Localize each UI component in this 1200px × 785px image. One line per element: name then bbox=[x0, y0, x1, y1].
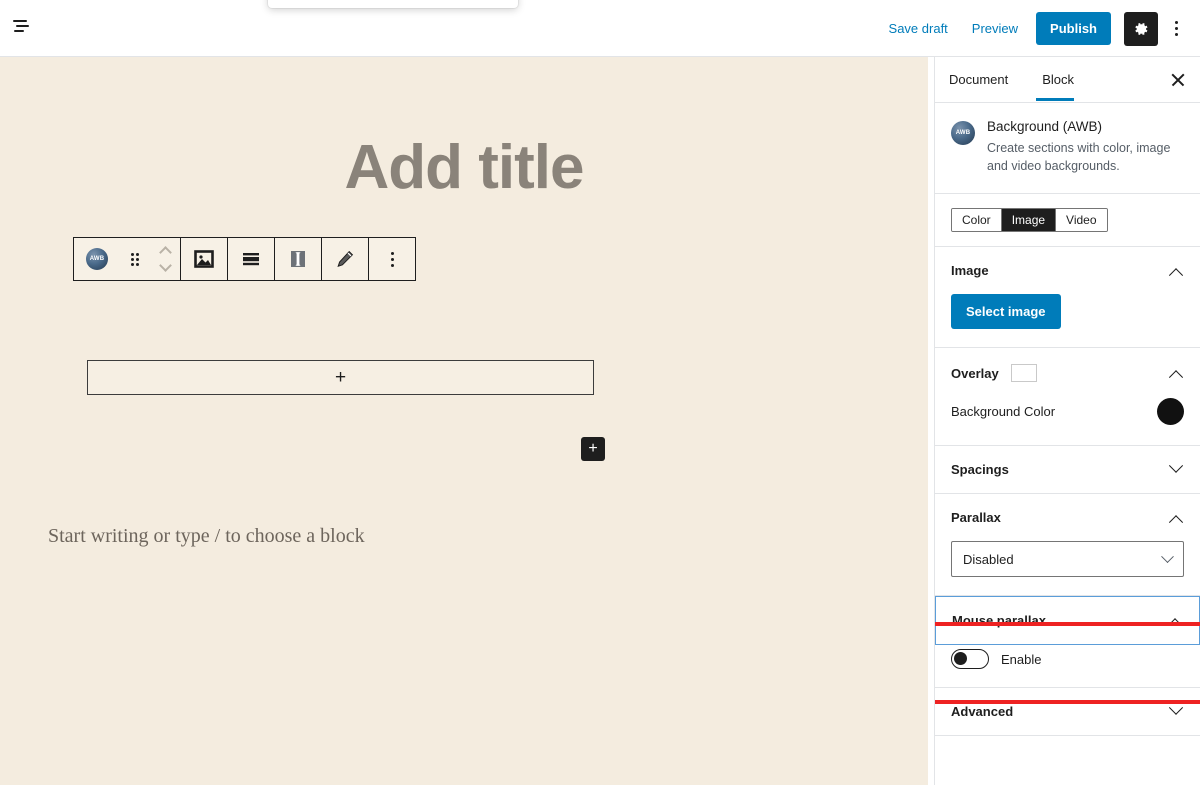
segment-color[interactable]: Color bbox=[952, 209, 1002, 232]
background-color-label: Background Color bbox=[951, 404, 1056, 420]
panel-mouse-parallax: Mouse parallax Enable bbox=[935, 596, 1200, 689]
awb-block-icon: AWB bbox=[951, 121, 975, 145]
close-sidebar-icon[interactable] bbox=[1168, 70, 1188, 90]
more-options-icon bbox=[378, 249, 406, 269]
align-icon bbox=[243, 253, 259, 266]
block-toolbar-group-block: AWB bbox=[74, 238, 181, 280]
publish-button[interactable]: Publish bbox=[1036, 12, 1111, 45]
background-type-segmented-control: Color Image Video bbox=[951, 208, 1108, 233]
block-toolbar-group-valign bbox=[275, 238, 322, 280]
image-button[interactable] bbox=[181, 238, 227, 280]
panel-parallax-body: Disabled bbox=[935, 541, 1200, 595]
add-block-plus-label: + bbox=[588, 440, 598, 457]
block-toolbar-group-align bbox=[228, 238, 275, 280]
block-toolbar: AWB bbox=[73, 237, 416, 281]
image-icon bbox=[194, 250, 214, 268]
mouse-parallax-enable-row: Enable bbox=[935, 645, 1200, 687]
block-type-awb-button[interactable]: AWB bbox=[74, 238, 120, 280]
vertical-align-icon bbox=[291, 251, 305, 267]
paragraph-placeholder[interactable]: Start writing or type / to choose a bloc… bbox=[48, 525, 365, 548]
background-color-row: Background Color bbox=[935, 396, 1200, 445]
appender-plus-label: + bbox=[334, 367, 347, 388]
block-appender[interactable]: + bbox=[87, 360, 594, 395]
block-info-description: Create sections with color, image and vi… bbox=[987, 141, 1171, 174]
gutenberg-editor-window: Add title AWB + + Start writing or type … bbox=[0, 0, 1200, 785]
post-title-placeholder[interactable]: Add title bbox=[0, 132, 928, 203]
panel-spacings: Spacings bbox=[935, 446, 1200, 495]
panel-image: Image Select image bbox=[935, 247, 1200, 349]
block-info-card: AWB Background (AWB) Create sections wit… bbox=[935, 103, 1200, 195]
vertical-align-button[interactable] bbox=[275, 238, 321, 280]
edit-pencil-icon bbox=[337, 250, 354, 267]
panel-advanced: Advanced bbox=[935, 688, 1200, 737]
block-more-options-button[interactable] bbox=[369, 238, 415, 280]
block-toolbar-group-more bbox=[369, 238, 415, 280]
move-up-down-button[interactable] bbox=[150, 238, 180, 280]
floating-popup-panel[interactable] bbox=[268, 0, 518, 8]
segment-video[interactable]: Video bbox=[1056, 209, 1107, 232]
chevron-up-icon bbox=[1168, 370, 1184, 385]
panel-overlay: Overlay Background Color bbox=[935, 348, 1200, 447]
parallax-select-value: Disabled bbox=[963, 551, 1014, 567]
settings-button[interactable] bbox=[1124, 11, 1158, 46]
sidebar-tabs: Document Block bbox=[935, 57, 1200, 103]
panel-spacings-title: Spacings bbox=[951, 462, 1009, 478]
document-outline-icon[interactable] bbox=[12, 18, 34, 38]
toggle-knob bbox=[954, 652, 967, 666]
select-image-button[interactable]: Select image bbox=[951, 294, 1061, 330]
mouse-parallax-enable-toggle[interactable] bbox=[951, 649, 989, 670]
gear-icon bbox=[1135, 22, 1148, 35]
top-bar-actions: Save draft Preview Publish bbox=[877, 0, 1190, 57]
more-tools-button[interactable] bbox=[1162, 12, 1190, 46]
mouse-parallax-enable-label: Enable bbox=[1001, 651, 1042, 667]
panel-overlay-title: Overlay bbox=[951, 365, 999, 381]
drag-handle-icon bbox=[129, 251, 141, 267]
panel-advanced-title: Advanced bbox=[951, 704, 1014, 720]
panel-image-body: Select image bbox=[935, 294, 1200, 347]
editor-canvas: Add title AWB + + Start writing or type … bbox=[0, 57, 928, 785]
block-info-text: Background (AWB) Create sections with co… bbox=[987, 119, 1184, 175]
chevron-down-icon bbox=[1168, 458, 1184, 473]
panel-parallax-title: Parallax bbox=[951, 510, 1001, 526]
panel-spacings-header[interactable]: Spacings bbox=[935, 446, 1200, 493]
panel-image-header[interactable]: Image bbox=[935, 247, 1200, 294]
panel-mouse-parallax-header[interactable]: Mouse parallax bbox=[935, 596, 1200, 646]
editor-top-bar: Save draft Preview Publish bbox=[0, 0, 1200, 57]
align-button[interactable] bbox=[228, 238, 274, 280]
panel-advanced-header[interactable]: Advanced bbox=[935, 688, 1200, 735]
panel-overlay-header-left: Overlay bbox=[951, 364, 1037, 383]
awb-block-icon: AWB bbox=[86, 248, 108, 270]
save-draft-button[interactable]: Save draft bbox=[877, 15, 960, 42]
move-up-down-icon bbox=[158, 246, 172, 272]
background-type-selector-wrap: Color Image Video bbox=[935, 194, 1200, 248]
panel-parallax: Parallax Disabled bbox=[935, 494, 1200, 597]
settings-sidebar: Document Block AWB Background (AWB) Crea… bbox=[934, 57, 1200, 785]
kebab-menu-icon bbox=[1174, 21, 1178, 24]
add-block-button[interactable]: + bbox=[581, 437, 605, 461]
panel-overlay-header[interactable]: Overlay bbox=[935, 348, 1200, 396]
panel-image-title: Image bbox=[951, 263, 989, 279]
panel-mouse-parallax-title: Mouse parallax bbox=[952, 613, 1046, 629]
edit-pencil-button[interactable] bbox=[322, 238, 368, 280]
tab-document[interactable]: Document bbox=[949, 58, 1014, 101]
parallax-select[interactable]: Disabled bbox=[951, 541, 1184, 578]
chevron-down-icon bbox=[1168, 700, 1184, 715]
chevron-up-icon bbox=[1168, 267, 1184, 283]
block-info-title: Background (AWB) bbox=[987, 119, 1103, 134]
block-toolbar-group-image bbox=[181, 238, 228, 280]
background-color-swatch[interactable] bbox=[1157, 398, 1184, 426]
overlay-color-swatch[interactable] bbox=[1010, 364, 1037, 383]
chevron-up-icon bbox=[1167, 617, 1183, 633]
panel-parallax-header[interactable]: Parallax bbox=[935, 494, 1200, 541]
drag-handle-button[interactable] bbox=[120, 238, 150, 280]
tab-block[interactable]: Block bbox=[1036, 58, 1080, 101]
preview-button[interactable]: Preview bbox=[960, 15, 1030, 42]
chevron-down-icon bbox=[1161, 550, 1174, 563]
segment-image[interactable]: Image bbox=[1001, 209, 1057, 232]
chevron-up-icon bbox=[1168, 514, 1184, 530]
block-toolbar-group-edit bbox=[322, 238, 369, 280]
